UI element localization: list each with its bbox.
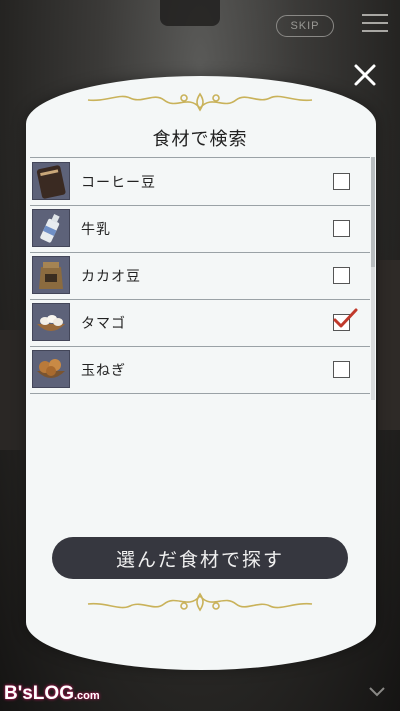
ingredient-list[interactable]: コーヒー豆 牛乳 カカオ豆 タマゴ 玉ねぎ: [30, 157, 370, 400]
ingredient-row-cacao-beans[interactable]: カカオ豆: [30, 252, 370, 300]
chevron-down-icon[interactable]: [368, 686, 386, 698]
ingredient-checkbox[interactable]: [333, 173, 350, 190]
ingredient-checkbox[interactable]: [333, 220, 350, 237]
flourish-ornament-top: [87, 92, 313, 112]
site-watermark-logo: B'sLOG.com: [4, 683, 100, 709]
ingredient-row-coffee-beans[interactable]: コーヒー豆: [30, 158, 370, 206]
ingredient-row-milk[interactable]: 牛乳: [30, 205, 370, 253]
ingredient-checkbox[interactable]: [333, 267, 350, 284]
ingredient-checkbox[interactable]: [333, 361, 350, 378]
background-shelf-left: [0, 330, 28, 450]
skip-button[interactable]: SKIP: [276, 15, 334, 37]
ingredient-checkbox-checked[interactable]: [333, 308, 358, 331]
coffee-beans-bag-icon: [32, 162, 70, 200]
ingredient-row-onions[interactable]: 玉ねぎ: [30, 346, 370, 394]
ingredient-name: カカオ豆: [81, 269, 141, 285]
ingredient-name: タマゴ: [81, 316, 126, 332]
hamburger-menu-icon[interactable]: [362, 14, 388, 34]
cacao-beans-sack-icon: [32, 256, 70, 294]
onions-basket-icon: [32, 350, 70, 388]
milk-bottle-icon: [32, 209, 70, 247]
flourish-ornament-bottom: [87, 592, 313, 612]
ingredient-name: 牛乳: [81, 222, 111, 238]
ingredient-name: コーヒー豆: [81, 175, 156, 191]
watermark-suffix: .com: [73, 690, 100, 702]
background-shelf-right: [378, 260, 400, 430]
ingredient-name: 玉ねぎ: [81, 363, 126, 379]
watermark-text: B'sLOG: [4, 683, 74, 704]
search-selected-ingredients-button[interactable]: 選んだ食材で探す: [52, 537, 348, 579]
close-icon[interactable]: [350, 60, 380, 90]
list-scrollbar[interactable]: [371, 157, 375, 400]
scrollbar-thumb[interactable]: [371, 157, 375, 267]
panel-title: 食材で検索: [152, 129, 248, 150]
background-lamp: [160, 0, 220, 26]
ingredient-row-eggs[interactable]: タマゴ: [30, 299, 370, 347]
check-mark-icon: [333, 308, 358, 328]
eggs-basket-icon: [32, 303, 70, 341]
